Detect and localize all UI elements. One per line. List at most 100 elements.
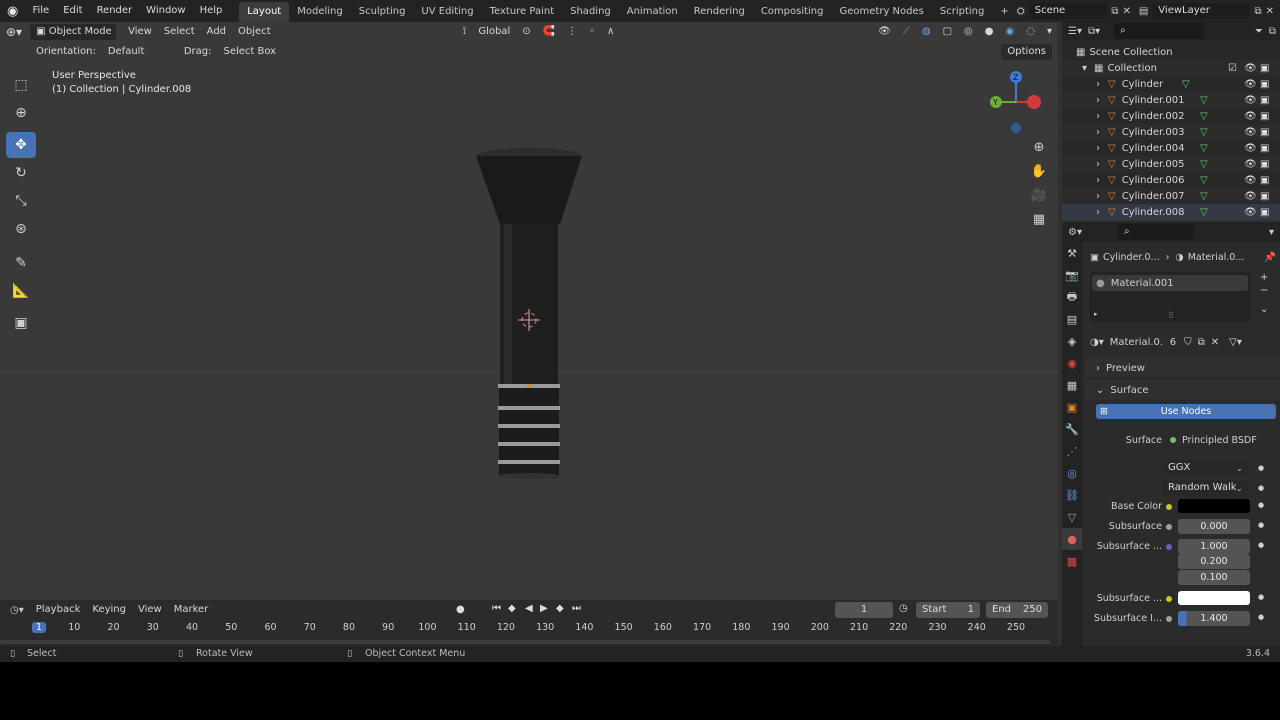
outliner-object-row[interactable]: › ▽ Cylinder.004 ▽ 👁 ▣: [1062, 140, 1280, 156]
blender-logo-icon[interactable]: ◉: [0, 4, 25, 19]
material-slot-row[interactable]: ● Material.001: [1092, 275, 1248, 291]
properties-options-icon[interactable]: ▾: [1269, 227, 1274, 238]
keyframe-dot-icon[interactable]: ●: [1258, 501, 1264, 509]
tab-animation[interactable]: Animation: [619, 2, 686, 22]
expand-arrow-icon[interactable]: ›: [1096, 143, 1108, 154]
render-camera-icon[interactable]: ▣: [1260, 175, 1269, 186]
visibility-eye-icon[interactable]: 👁: [1244, 127, 1257, 138]
render-camera-icon[interactable]: ▣: [1260, 111, 1269, 122]
new-collection-icon[interactable]: ⧉: [1269, 26, 1276, 37]
mesh-data-icon[interactable]: ▽: [1200, 111, 1208, 122]
expand-arrow-icon[interactable]: ›: [1096, 191, 1108, 202]
expand-arrow-icon[interactable]: ›: [1096, 127, 1108, 138]
surface-shader-select[interactable]: Principled BSDF: [1182, 435, 1257, 446]
new-scene-icon[interactable]: ⧉: [1111, 6, 1118, 17]
overlay-toggle-icon[interactable]: ◍: [916, 23, 937, 41]
tab-shading[interactable]: Shading: [562, 2, 619, 22]
render-camera-icon[interactable]: ▣: [1260, 95, 1269, 106]
xray-icon[interactable]: ▢: [937, 23, 958, 41]
frame-tick-label[interactable]: 210: [850, 622, 868, 633]
distribution-dot-icon[interactable]: ●: [1258, 464, 1264, 472]
scene-tab-icon[interactable]: ◈: [1062, 330, 1082, 352]
slot-specials-icon[interactable]: ⌄: [1260, 304, 1268, 315]
menu-window[interactable]: Window: [139, 0, 192, 22]
solid-shading-icon[interactable]: ●: [979, 23, 1000, 41]
editor-type-icon[interactable]: ⊕▾: [0, 23, 28, 41]
frame-tick-label[interactable]: 180: [732, 622, 750, 633]
menu-file[interactable]: File: [25, 0, 56, 22]
breadcrumb-material[interactable]: Material.0...: [1188, 252, 1245, 263]
mesh-data-icon[interactable]: ▽: [1200, 159, 1208, 170]
mesh-data-icon[interactable]: ▽: [1200, 207, 1208, 218]
move-tool-icon[interactable]: ✥: [6, 132, 36, 158]
outliner-display-icon[interactable]: ⧉▾: [1088, 26, 1100, 37]
breadcrumb-object[interactable]: Cylinder.0...: [1103, 252, 1160, 263]
transform-orientation-icon[interactable]: ⟟: [457, 23, 473, 41]
render-camera-icon[interactable]: ▣: [1260, 207, 1269, 218]
frame-tick-label[interactable]: 250: [1007, 622, 1025, 633]
options-button[interactable]: Options: [1001, 44, 1052, 60]
outliner-search[interactable]: ⌕: [1114, 23, 1205, 39]
visibility-eye-icon[interactable]: 👁: [1244, 207, 1257, 218]
expand-arrow-icon[interactable]: ▾: [1082, 63, 1094, 74]
list-resize-handle[interactable]: ⠿: [1168, 311, 1174, 320]
render-camera-icon[interactable]: ▣: [1260, 143, 1269, 154]
exclude-checkbox[interactable]: ☑: [1228, 63, 1237, 74]
frame-tick-label[interactable]: 160: [654, 622, 672, 633]
menu-view[interactable]: View: [122, 23, 158, 41]
scene-collection-row[interactable]: ▦ Scene Collection: [1062, 44, 1280, 60]
material-browse-icon[interactable]: ◑▾: [1090, 337, 1104, 348]
annotate-tool-icon[interactable]: ✎: [6, 250, 36, 276]
menu-help[interactable]: Help: [193, 0, 230, 22]
measure-tool-icon[interactable]: 📐: [6, 278, 36, 304]
surface-panel-header[interactable]: ⌄ Surface: [1086, 380, 1280, 400]
render-camera-icon[interactable]: ▣: [1260, 63, 1269, 74]
tab-rendering[interactable]: Rendering: [686, 2, 753, 22]
frame-tick-label[interactable]: 30: [147, 622, 159, 633]
frame-tick-label[interactable]: 100: [418, 622, 436, 633]
visibility-eye-icon[interactable]: 👁: [1244, 79, 1257, 90]
tool-tab-icon[interactable]: ⚒: [1062, 242, 1082, 264]
socket-dot-icon[interactable]: [1166, 596, 1172, 602]
viewlayer-selector[interactable]: ViewLayer: [1152, 3, 1251, 19]
transform-orientation-select[interactable]: Global: [472, 23, 516, 41]
snap-icon[interactable]: 🧲: [537, 23, 561, 41]
menu-object[interactable]: Object: [232, 23, 277, 41]
fake-user-icon[interactable]: ⛉: [1184, 337, 1192, 348]
expand-arrow-icon[interactable]: ›: [1096, 175, 1108, 186]
socket-dot-icon[interactable]: [1166, 616, 1172, 622]
subsurface-ior-field[interactable]: 1.400: [1178, 611, 1250, 626]
keyframe-dot-icon[interactable]: ●: [1258, 521, 1264, 529]
frame-tick-label[interactable]: 200: [811, 622, 829, 633]
mesh-data-icon[interactable]: ▽: [1182, 79, 1190, 90]
radius-z-field[interactable]: 0.100: [1178, 570, 1250, 585]
falloff-icon[interactable]: ∧: [601, 23, 620, 41]
3d-cursor-icon[interactable]: [518, 309, 540, 331]
method-dot-icon[interactable]: ●: [1258, 484, 1264, 492]
modifier-tab-icon[interactable]: 🔧: [1062, 418, 1082, 440]
add-slot-icon[interactable]: +: [1260, 272, 1268, 283]
material-slot-list[interactable]: ● Material.001 ▸ ⠿: [1090, 272, 1250, 322]
frame-tick-label[interactable]: 230: [928, 622, 946, 633]
frame-tick-label[interactable]: 130: [536, 622, 554, 633]
timeline-scrollbar[interactable]: [0, 640, 1050, 644]
collection-tab-icon[interactable]: ▦: [1062, 374, 1082, 396]
physics-tab-icon[interactable]: ◎: [1062, 462, 1082, 484]
link-mode-icon[interactable]: ▽▾: [1229, 337, 1242, 348]
radius-x-field[interactable]: 1.000: [1178, 539, 1250, 554]
frame-tick-label[interactable]: 140: [575, 622, 593, 633]
cursor-tool-icon[interactable]: ⊕: [6, 100, 36, 126]
visibility-eye-icon[interactable]: 👁: [1244, 159, 1257, 170]
mesh-data-icon[interactable]: ▽: [1200, 175, 1208, 186]
proportional-edit-icon[interactable]: ◦: [583, 23, 601, 41]
perspective-toggle-icon[interactable]: ▦: [1028, 208, 1050, 230]
tab-uv-editing[interactable]: UV Editing: [413, 2, 481, 22]
visibility-eye-icon[interactable]: 👁: [1244, 63, 1257, 74]
material-shading-icon[interactable]: ◉: [1000, 23, 1021, 41]
expand-arrow-icon[interactable]: ›: [1096, 159, 1108, 170]
data-tab-icon[interactable]: ▽: [1062, 506, 1082, 528]
world-tab-icon[interactable]: ◉: [1062, 352, 1082, 374]
material-users[interactable]: 6: [1170, 337, 1176, 348]
properties-editor-icon[interactable]: ⚙▾: [1068, 227, 1082, 238]
visibility-eye-icon[interactable]: 👁: [1244, 143, 1257, 154]
